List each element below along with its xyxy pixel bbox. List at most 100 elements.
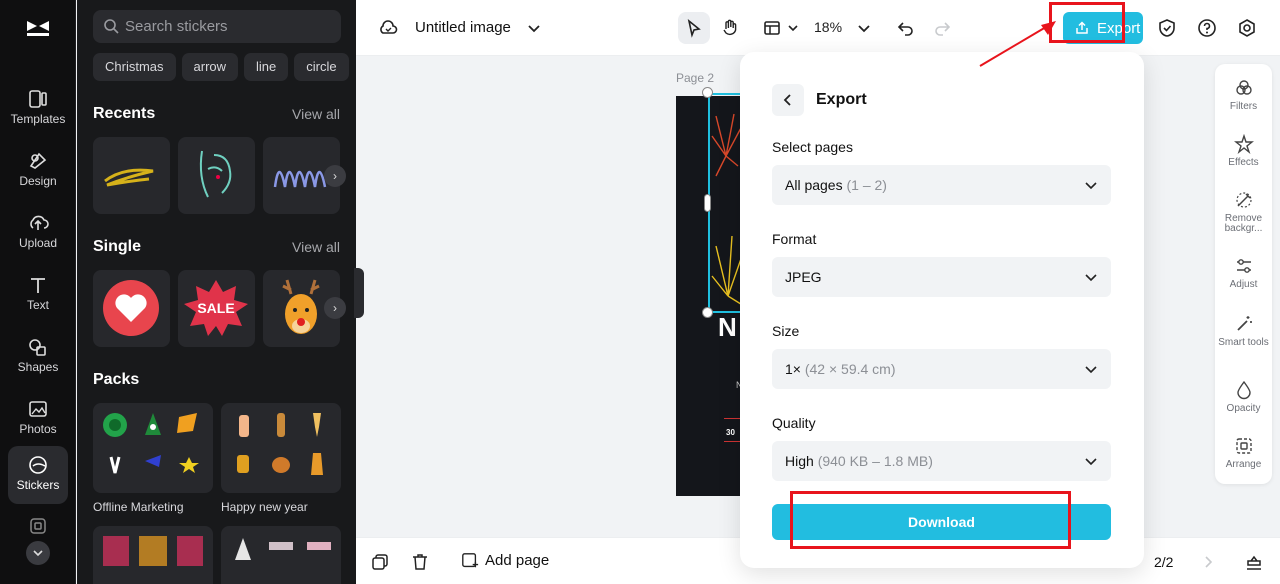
- recents-title: Recents: [93, 105, 156, 122]
- chip-arrow[interactable]: arrow: [181, 53, 239, 81]
- shield-icon: [1159, 19, 1175, 37]
- pack-party[interactable]: [221, 526, 341, 584]
- delete-page-button[interactable]: [404, 546, 436, 578]
- recent-sticker-face[interactable]: [178, 137, 255, 214]
- tool-opacity[interactable]: Opacity: [1215, 380, 1272, 414]
- layout-dropdown-button[interactable]: [777, 12, 809, 44]
- resize-handle[interactable]: [702, 87, 713, 98]
- tool-effects[interactable]: Effects: [1215, 134, 1272, 168]
- resize-handle[interactable]: [702, 307, 713, 318]
- nav-label: Photos: [19, 422, 57, 436]
- photos-icon: [29, 401, 47, 417]
- single-sticker-heart[interactable]: [93, 270, 170, 347]
- next-page-button[interactable]: [1192, 546, 1224, 578]
- back-button[interactable]: [772, 84, 804, 116]
- size-value: 1×: [785, 361, 801, 377]
- document-title[interactable]: Untitled image: [415, 19, 511, 36]
- format-label: Format: [772, 231, 817, 247]
- settings-button[interactable]: [1231, 12, 1263, 44]
- recents-next-button[interactable]: ›: [324, 165, 346, 187]
- single-view-all-link[interactable]: View all: [292, 239, 340, 255]
- tool-smart-tools[interactable]: Smart tools: [1215, 314, 1272, 348]
- plugins-icon[interactable]: [28, 516, 48, 536]
- pages-panel-button[interactable]: [1238, 546, 1270, 578]
- nav-templates[interactable]: Templates: [8, 80, 68, 138]
- chevron-down-icon: [1085, 182, 1097, 190]
- chevron-right-icon: [1205, 556, 1213, 568]
- chip-circle[interactable]: circle: [294, 53, 349, 81]
- nav-label: Stickers: [16, 478, 60, 492]
- size-dropdown[interactable]: 1× (42 × 59.4 cm): [772, 349, 1111, 389]
- chevron-down-icon: [33, 550, 43, 557]
- nav-label: Text: [26, 298, 49, 312]
- select-tool-button[interactable]: [678, 12, 710, 44]
- help-icon: [1198, 19, 1216, 37]
- duplicate-page-button[interactable]: [364, 546, 396, 578]
- selection-box[interactable]: [708, 93, 742, 313]
- undo-button[interactable]: [890, 12, 922, 44]
- single-sticker-sale[interactable]: SALE: [178, 270, 255, 347]
- chip-line[interactable]: line: [244, 53, 289, 81]
- chevron-down-icon: [858, 25, 870, 33]
- nav-design[interactable]: Design: [8, 142, 68, 200]
- packs-title: Packs: [93, 371, 140, 388]
- title-menu-button[interactable]: [518, 12, 550, 44]
- nav-label: Shapes: [17, 360, 59, 374]
- page-count: 2/2: [1154, 554, 1174, 570]
- capcut-logo-icon[interactable]: [24, 14, 52, 42]
- nav-photos[interactable]: Photos: [8, 390, 68, 448]
- rail-expand-button[interactable]: [26, 541, 50, 565]
- size-dimensions: (42 × 59.4 cm): [804, 361, 896, 377]
- trash-icon: [413, 554, 427, 570]
- nav-text[interactable]: Text: [8, 266, 68, 324]
- quality-label: Quality: [772, 415, 816, 431]
- shield-button[interactable]: [1151, 12, 1183, 44]
- nav-shapes[interactable]: Shapes: [8, 328, 68, 386]
- recent-sticker-scribble[interactable]: [93, 137, 170, 214]
- tool-remove-background[interactable]: Remove backgr...: [1215, 190, 1272, 234]
- zoom-level[interactable]: 18%: [814, 19, 842, 35]
- add-page-button[interactable]: Add page: [485, 552, 549, 569]
- pack-label: Happy new year: [221, 500, 308, 514]
- resize-handle-side[interactable]: [704, 194, 711, 212]
- shapes-icon: [29, 339, 46, 356]
- select-pages-value: All pages: [785, 177, 843, 193]
- chip-christmas[interactable]: Christmas: [93, 53, 176, 81]
- search-icon: [104, 19, 119, 34]
- size-label: Size: [772, 323, 800, 339]
- search-box[interactable]: [93, 10, 341, 43]
- pages-panel-icon: [1247, 555, 1261, 570]
- pack-happy-new-year[interactable]: [221, 403, 341, 493]
- pack-happy-new-year-text[interactable]: [93, 526, 213, 584]
- tool-arrange[interactable]: Arrange: [1215, 436, 1272, 470]
- format-dropdown[interactable]: JPEG: [772, 257, 1111, 297]
- select-pages-dropdown[interactable]: All pages (1 – 2): [772, 165, 1111, 205]
- cloud-icon: [380, 20, 398, 34]
- nav-stickers[interactable]: Stickers: [8, 446, 68, 504]
- duplicate-icon: [372, 554, 388, 570]
- redo-button[interactable]: [926, 12, 958, 44]
- chevron-down-icon: [788, 25, 798, 32]
- search-input[interactable]: [125, 10, 335, 43]
- hand-tool-button[interactable]: [714, 12, 746, 44]
- format-value: JPEG: [785, 269, 822, 285]
- tool-filters[interactable]: Filters: [1215, 78, 1272, 112]
- quality-dropdown[interactable]: High (940 KB – 1.8 MB): [772, 441, 1111, 481]
- tool-adjust[interactable]: Adjust: [1215, 256, 1272, 290]
- cloud-save-button[interactable]: [372, 12, 404, 44]
- single-next-button[interactable]: ›: [324, 297, 346, 319]
- nav-upload[interactable]: Upload: [8, 204, 68, 262]
- quality-value: High: [785, 453, 814, 469]
- panel-collapse-handle[interactable]: [354, 268, 364, 318]
- upload-icon: [30, 215, 49, 230]
- undo-icon: [897, 22, 913, 36]
- recents-view-all-link[interactable]: View all: [292, 106, 340, 122]
- gear-icon: [1239, 19, 1255, 37]
- pack-offline-marketing[interactable]: [93, 403, 213, 493]
- nav-label: Templates: [10, 112, 66, 126]
- annotation-arrow: [979, 21, 1056, 67]
- help-button[interactable]: [1191, 12, 1223, 44]
- zoom-dropdown-button[interactable]: [848, 12, 880, 44]
- effects-icon: [1233, 134, 1254, 154]
- tool-label: Adjust: [1229, 279, 1258, 290]
